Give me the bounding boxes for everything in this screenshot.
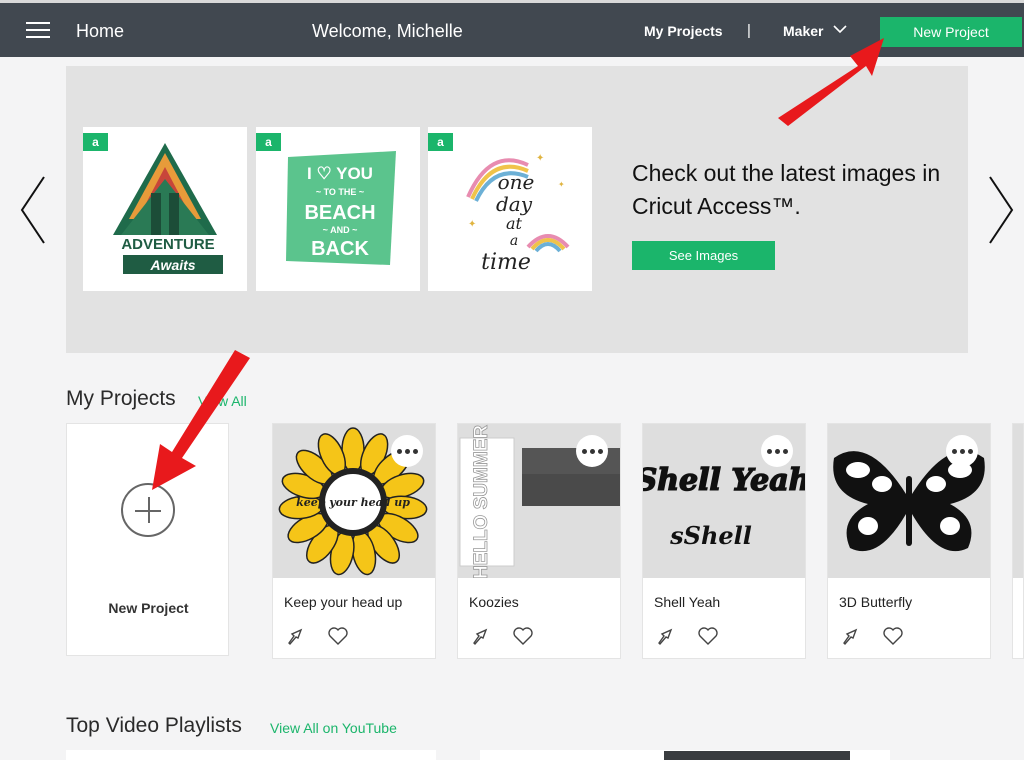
carousel-next-icon[interactable] — [986, 175, 1016, 245]
oneday-line4: a — [510, 233, 518, 249]
share-icon[interactable] — [470, 626, 490, 646]
heart-icon[interactable] — [697, 626, 719, 646]
beach-line2: ~ TO THE ~ — [316, 187, 364, 197]
my-projects-link[interactable]: My Projects — [644, 23, 723, 39]
project-card-3d-butterfly[interactable]: 3D Butterfly — [827, 423, 991, 659]
beach-and-back-image: I ♡ YOU ~ TO THE ~ BEACH ~ AND ~ BACK — [286, 151, 396, 265]
project-name: 3D Butterfly — [839, 594, 913, 610]
welcome-text: Welcome, Michelle — [312, 21, 463, 41]
oneday-line1: one — [498, 170, 535, 194]
playlist-video-thumbnail[interactable] — [664, 751, 850, 760]
project-name: Koozies — [469, 594, 519, 610]
new-project-button[interactable]: New Project — [880, 17, 1022, 47]
svg-text:✦: ✦ — [536, 153, 544, 164]
view-all-link[interactable]: View All — [198, 393, 247, 409]
more-options-icon[interactable] — [761, 435, 793, 467]
video-playlists-title: Top Video Playlists — [66, 714, 242, 737]
adventure-awaits-image: ADVENTURE Awaits — [113, 143, 223, 274]
oneday-line5: time — [481, 250, 531, 275]
access-badge: a — [428, 133, 453, 151]
my-projects-title: My Projects — [66, 387, 176, 410]
oneday-line3: at — [506, 214, 523, 233]
image-tile-one-day[interactable]: a one day at a time ✦ ✦ ✦ — [428, 127, 592, 291]
more-options-icon[interactable] — [391, 435, 423, 467]
project-card-shell-yeah[interactable]: Shell Yeah sShell Shell Yeah — [642, 423, 806, 659]
top-nav-bar: Home Welcome, Michelle My Projects | Mak… — [0, 0, 1024, 57]
shell-yeah-art-line2: sShell — [669, 521, 752, 550]
project-card-koozies[interactable]: HELLO SUMMER Koozies — [457, 423, 621, 659]
project-card-keep-your-head-up[interactable]: keep your head up Keep your head up — [272, 423, 436, 659]
beach-line5: BACK — [311, 238, 369, 260]
project-thumbnail[interactable]: keep your head up — [273, 424, 435, 578]
awaits-text: Awaits — [149, 257, 195, 273]
image-tile-adventure[interactable]: a ADVENTURE Awaits — [83, 127, 247, 291]
project-card-partial[interactable] — [1012, 423, 1024, 659]
sunflower-text: keep your head up — [296, 496, 410, 509]
heart-icon[interactable] — [327, 626, 349, 646]
beach-line3: BEACH — [304, 202, 375, 224]
access-badge: a — [83, 133, 108, 151]
adventure-text: ADVENTURE — [121, 236, 214, 253]
beach-line1: I ♡ YOU — [307, 164, 373, 183]
project-thumbnail[interactable]: HELLO SUMMER — [458, 424, 620, 578]
plus-icon[interactable] — [121, 483, 175, 537]
home-link[interactable]: Home — [76, 21, 124, 42]
beach-line4: ~ AND ~ — [323, 225, 358, 235]
playlist-card[interactable] — [66, 750, 436, 760]
more-options-icon[interactable] — [576, 435, 608, 467]
new-project-label: New Project — [108, 600, 189, 616]
project-thumbnail[interactable] — [828, 424, 990, 578]
menu-icon[interactable] — [26, 22, 50, 40]
share-icon[interactable] — [655, 626, 675, 646]
machine-select[interactable]: Maker — [783, 23, 823, 39]
carousel-prev-icon[interactable] — [18, 175, 48, 245]
share-icon[interactable] — [285, 626, 305, 646]
access-badge: a — [256, 133, 281, 151]
image-tile-beach[interactable]: a I ♡ YOU ~ TO THE ~ BEACH ~ AND ~ BACK — [256, 127, 420, 291]
heart-icon[interactable] — [882, 626, 904, 646]
chevron-down-icon[interactable] — [833, 25, 847, 34]
shell-yeah-art-line1: Shell Yeah — [643, 463, 805, 498]
svg-text:✦: ✦ — [558, 180, 565, 189]
project-name: Keep your head up — [284, 594, 403, 610]
project-name: Shell Yeah — [654, 594, 721, 610]
heart-icon[interactable] — [512, 626, 534, 646]
more-options-icon[interactable] — [946, 435, 978, 467]
share-icon[interactable] — [840, 626, 860, 646]
new-project-card[interactable]: New Project — [66, 423, 229, 656]
oneday-line2: day — [496, 192, 533, 216]
nav-separator: | — [747, 22, 751, 39]
promo-headline: Check out the latest images in Cricut Ac… — [632, 160, 941, 219]
svg-text:✦: ✦ — [468, 219, 476, 230]
project-thumbnail[interactable] — [1013, 424, 1023, 578]
view-all-youtube-link[interactable]: View All on YouTube — [270, 720, 397, 736]
koozie-text: HELLO SUMMER — [471, 425, 492, 578]
one-day-at-a-time-image: one day at a time ✦ ✦ ✦ — [466, 153, 570, 275]
see-images-button[interactable]: See Images — [632, 241, 775, 270]
project-thumbnail[interactable]: Shell Yeah sShell — [643, 424, 805, 578]
